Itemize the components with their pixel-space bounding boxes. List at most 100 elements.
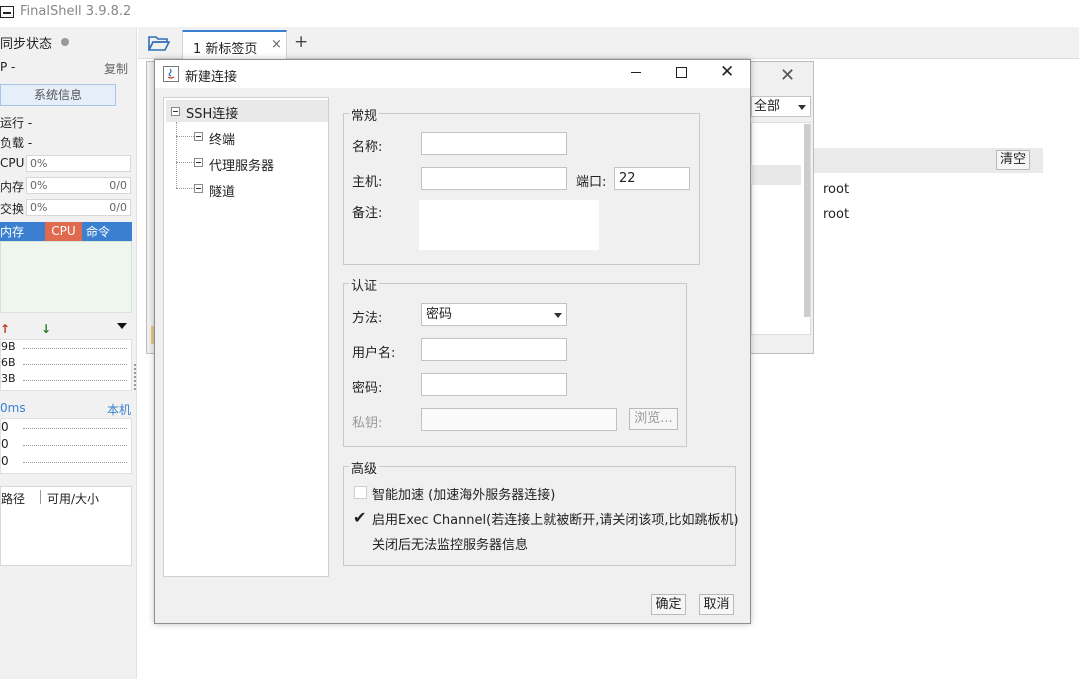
- swap-label: 交换: [0, 202, 25, 216]
- tab-new-tab[interactable]: 1 新标签页 ×: [182, 30, 287, 59]
- advanced-section: 高级 智能加速 (加速海外服务器连接) ✔ 启用Exec Channel(若连接…: [343, 458, 739, 566]
- sysinfo-button[interactable]: 系统信息: [0, 84, 116, 106]
- password-label: 密码:: [352, 381, 383, 396]
- disk-col-path[interactable]: 路径: [1, 490, 25, 507]
- app-titlebar: FinalShell 3.9.8.2: [0, 0, 1079, 27]
- tree-item-proxy-label: 代理服务器: [209, 159, 275, 174]
- clear-button[interactable]: 清空: [996, 150, 1030, 170]
- private-key-field: [421, 408, 617, 431]
- copy-link[interactable]: 复制: [104, 60, 128, 77]
- net-value-1: 9B: [1, 340, 16, 353]
- port-field[interactable]: 22: [614, 167, 690, 190]
- bg-row-user-1: root: [823, 182, 850, 197]
- latency-value-1: 0: [1, 420, 9, 434]
- general-legend: 常规: [349, 105, 380, 124]
- bg-scrollbar[interactable]: [804, 124, 810, 317]
- bg-dialog-close-icon[interactable]: ✕: [780, 65, 795, 86]
- swap-bar: 0% 0/0: [26, 199, 131, 216]
- tree-item-ssh-label: SSH连接: [186, 107, 239, 122]
- smart-accel-checkbox[interactable]: [354, 486, 367, 499]
- dialog-title: 新建连接: [185, 70, 238, 85]
- latency-value-3: 0: [1, 454, 9, 468]
- process-chart: [0, 241, 132, 313]
- advanced-legend: 高级: [349, 458, 380, 477]
- cpu-bar: 0%: [26, 155, 131, 172]
- latency-host[interactable]: 本机: [107, 401, 131, 418]
- name-field[interactable]: [421, 132, 567, 155]
- download-arrow-icon: ↓: [41, 322, 52, 336]
- uptime-label: 运行 -: [0, 116, 33, 130]
- note-textarea[interactable]: [419, 200, 599, 250]
- tab-close-icon[interactable]: ×: [271, 37, 282, 52]
- method-select[interactable]: 密码: [421, 303, 567, 326]
- net-value-3: 3B: [1, 372, 16, 385]
- ip-label: P -: [0, 60, 16, 74]
- disk-table: 路径 可用/大小: [0, 486, 132, 566]
- note-label: 备注:: [352, 206, 383, 221]
- filter-select-value: 全部: [754, 99, 781, 114]
- mem-label: 内存: [0, 180, 25, 194]
- filter-select[interactable]: 全部: [751, 96, 811, 117]
- username-field[interactable]: [421, 338, 567, 361]
- bg-list-selected-row: [751, 165, 801, 185]
- tab-new-tab-label: 1 新标签页: [193, 42, 258, 57]
- method-select-value: 密码: [426, 307, 453, 322]
- tree-item-terminal-label: 终端: [209, 133, 236, 148]
- mem-bar: 0% 0/0: [26, 177, 131, 194]
- network-chart: 9B 6B 3B: [0, 339, 132, 391]
- cpu-label: CPU: [0, 156, 25, 170]
- net-interface-dropdown-icon[interactable]: [117, 323, 127, 329]
- swap-value: 0%: [30, 201, 48, 214]
- app-title: FinalShell 3.9.8.2: [20, 4, 132, 19]
- new-connection-dialog: 新建连接 ✕ SSH连接 终端 代理服务器 隧道 常规 名称: 主机: 端口: …: [154, 59, 751, 624]
- disk-col-size[interactable]: 可用/大小: [47, 490, 99, 507]
- chevron-down-icon: [798, 105, 806, 110]
- sync-status-dot-icon: [61, 38, 69, 46]
- username-label: 用户名:: [352, 346, 396, 361]
- latency-chart: 0 0 0: [0, 418, 132, 474]
- bg-list-area: [751, 122, 811, 335]
- bg-row-user-2: root: [823, 207, 850, 222]
- exec-channel-note: 关闭后无法监控服务器信息: [372, 538, 529, 553]
- latency-value-2: 0: [1, 437, 9, 451]
- exec-channel-checkbox[interactable]: ✔: [353, 508, 366, 527]
- ok-button[interactable]: 确定: [651, 594, 686, 615]
- tree-item-ssh[interactable]: SSH连接: [166, 100, 328, 122]
- minimize-icon[interactable]: [631, 72, 641, 73]
- swap-extra: 0/0: [109, 201, 127, 214]
- mem-extra: 0/0: [109, 179, 127, 192]
- auth-legend: 认证: [349, 275, 380, 294]
- close-icon[interactable]: ✕: [720, 62, 734, 82]
- tab-cmd[interactable]: 命令: [86, 223, 110, 240]
- java-app-icon: [163, 66, 179, 82]
- tab-mem[interactable]: 内存: [0, 223, 24, 240]
- tab-cpu[interactable]: CPU: [45, 222, 82, 241]
- tab-bar: 1 新标签页 × +: [138, 27, 1079, 59]
- collapse-icon[interactable]: [194, 158, 203, 167]
- settings-tree: SSH连接 终端 代理服务器 隧道: [163, 97, 329, 577]
- collapse-icon[interactable]: [194, 184, 203, 193]
- splitter-handle-icon[interactable]: [134, 364, 136, 390]
- exec-channel-label: 启用Exec Channel(若连接上就被断开,请关闭该项,比如跳板机): [372, 513, 739, 528]
- host-label: 主机:: [352, 175, 383, 190]
- load-label: 负载 -: [0, 136, 33, 150]
- latency-label: 0ms: [0, 401, 26, 415]
- maximize-icon[interactable]: [676, 67, 687, 78]
- password-field[interactable]: [421, 373, 567, 396]
- smart-accel-label: 智能加速 (加速海外服务器连接): [372, 488, 556, 503]
- auth-section: 认证 方法: 密码 用户名: 密码: 私钥: 浏览...: [343, 275, 687, 447]
- collapse-icon[interactable]: [194, 132, 203, 141]
- open-folder-icon[interactable]: [148, 35, 170, 51]
- collapse-icon[interactable]: [171, 107, 180, 116]
- cancel-button[interactable]: 取消: [699, 594, 734, 615]
- add-tab-icon[interactable]: +: [294, 32, 308, 52]
- name-label: 名称:: [352, 140, 383, 155]
- sync-status-label: 同步状态: [0, 37, 53, 52]
- process-tabs: 内存 CPU 命令: [0, 222, 132, 241]
- app-logo-icon: [0, 6, 14, 18]
- net-value-2: 6B: [1, 356, 16, 369]
- dialog-titlebar: 新建连接 ✕: [155, 60, 750, 88]
- tree-item-tunnel-label: 隧道: [209, 185, 236, 200]
- host-field[interactable]: [421, 167, 567, 190]
- upload-arrow-icon: ↑: [0, 322, 11, 336]
